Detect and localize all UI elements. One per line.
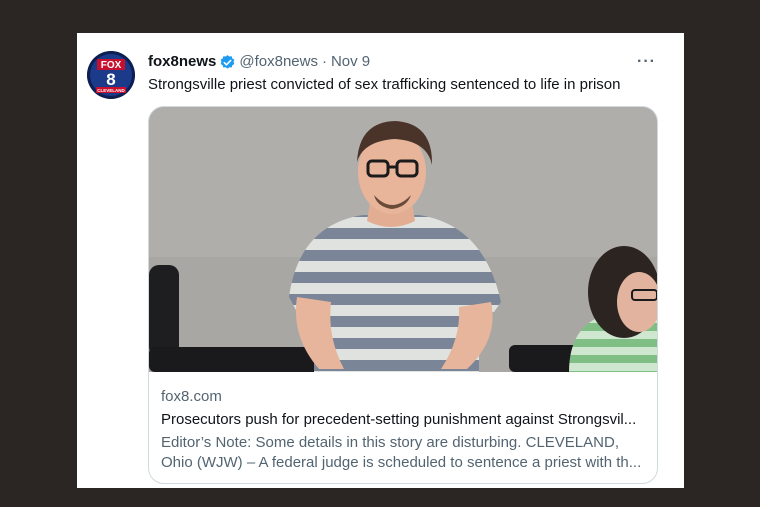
separator-dot: · xyxy=(321,53,327,70)
avatar-number: 8 xyxy=(106,70,115,89)
link-description-line-2: Ohio (WJW) – A federal judge is schedule… xyxy=(161,454,642,471)
avatar[interactable]: FOX 8 CLEVELAND xyxy=(87,51,135,99)
tweet-card[interactable]: FOX 8 CLEVELAND fox8news @fox8news · Nov… xyxy=(77,33,684,488)
more-options-button[interactable]: ··· xyxy=(637,53,656,71)
tweet-date[interactable]: Nov 9 xyxy=(331,53,370,71)
tweet-text: Strongsville priest convicted of sex tra… xyxy=(148,76,621,93)
link-description: Editor’s Note: Some details in this stor… xyxy=(161,433,651,473)
tweet-header: fox8news @fox8news · Nov 9 xyxy=(148,53,370,71)
link-card-body: fox8.com Prosecutors push for precedent-… xyxy=(161,387,651,473)
avatar-city: CLEVELAND xyxy=(97,88,125,93)
link-description-line-1: Editor’s Note: Some details in this stor… xyxy=(161,434,619,451)
handle[interactable]: @fox8news xyxy=(239,53,318,71)
link-title[interactable]: Prosecutors push for precedent-setting p… xyxy=(161,410,651,430)
verified-badge-icon xyxy=(220,54,235,69)
fox8-logo-icon: FOX 8 CLEVELAND xyxy=(87,51,135,99)
link-preview-card[interactable]: fox8.com Prosecutors push for precedent-… xyxy=(148,106,658,484)
display-name[interactable]: fox8news xyxy=(148,53,216,71)
article-photo xyxy=(149,107,657,372)
link-domain: fox8.com xyxy=(161,388,222,405)
